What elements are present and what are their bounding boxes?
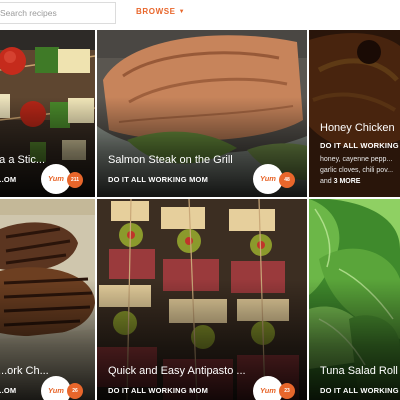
recipe-source[interactable]: DO IT ALL WORKING [320,386,399,395]
recipe-ingredients-line: honey, cayenne pepp... [320,156,393,163]
card-overlay [309,279,400,400]
recipe-card[interactable]: ...ork Ch... ...OM Yum 26 [0,199,95,400]
recipe-card[interactable]: Quick and Easy Antipasto ... DO IT ALL W… [97,199,307,400]
recipe-ingredients-line: garlic cloves, chili pov... [320,167,394,174]
more-count: 3 MORE [333,178,361,185]
recipe-source[interactable]: DO IT ALL WORKING [320,141,399,150]
recipe-title[interactable]: Quick and Easy Antipasto ... [108,365,246,377]
recipe-source[interactable]: ...OM [0,386,16,395]
more-prefix: and [320,178,332,185]
recipe-grid: ...a a Stic... ...OM Yum 211 Salmon Stea… [0,30,400,400]
recipe-title[interactable]: ...ork Ch... [0,365,49,377]
recipe-title[interactable]: Honey Chicken [320,122,395,134]
recipe-more-ingredients[interactable]: and 3 MORE [320,177,360,187]
search-input[interactable] [0,3,115,23]
recipe-source[interactable]: ...OM [0,175,16,184]
search-box[interactable] [0,2,116,24]
top-bar: BROWSE▼ [0,0,400,30]
recipe-card[interactable]: Tuna Salad Roll DO IT ALL WORKING [309,199,400,400]
recipe-source[interactable]: DO IT ALL WORKING MOM [108,386,208,395]
yum-count-badge: 23 [279,383,295,399]
recipe-title[interactable]: Tuna Salad Roll [320,365,398,377]
browse-label: BROWSE [136,7,176,16]
yum-count-badge: 26 [67,383,83,399]
recipe-source[interactable]: DO IT ALL WORKING MOM [108,175,208,184]
recipe-title[interactable]: Salmon Steak on the Grill [108,154,233,166]
browse-menu-button[interactable]: BROWSE ▼ [136,7,185,16]
recipe-card[interactable]: Salmon Steak on the Grill DO IT ALL WORK… [97,30,307,197]
recipe-card[interactable]: ...a a Stic... ...OM Yum 211 [0,30,95,197]
yum-count-badge: 48 [279,172,295,188]
recipe-title[interactable]: ...a a Stic... [0,154,45,166]
recipe-card[interactable]: Honey Chicken DO IT ALL WORKING honey, c… [309,30,400,197]
yum-count-badge: 211 [67,172,83,188]
chevron-down-icon: ▼ [178,9,186,15]
